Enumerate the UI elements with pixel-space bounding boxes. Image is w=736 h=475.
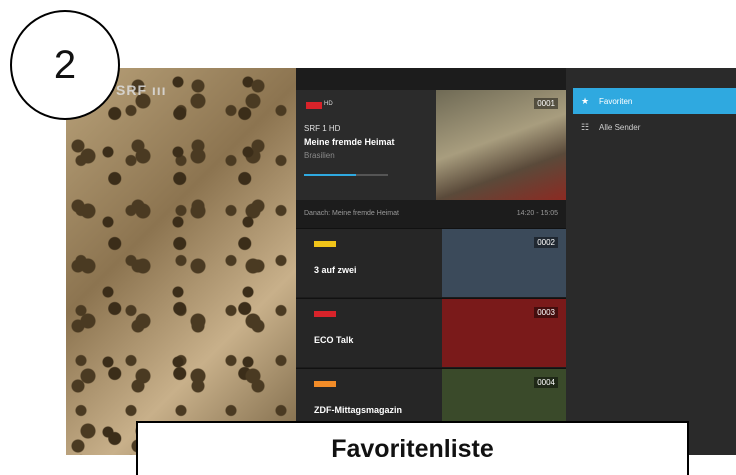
next-program-row: Danach: Meine fremde Heimat 14:20 - 15:0… — [296, 208, 566, 222]
star-icon: ★ — [581, 95, 590, 106]
current-program-subtitle: Brasilien — [304, 151, 335, 160]
hd-badge: HD — [324, 101, 333, 107]
tv-screen: SRF ııı HD SRF 1 HD Meine fremde Heimat … — [66, 68, 736, 455]
next-program-label: Danach: Meine fremde Heimat — [304, 210, 399, 217]
channel-logo-icon — [314, 381, 336, 387]
menu-item-alle-sender[interactable]: ☷ Alle Sender — [573, 114, 736, 140]
next-program-time: 14:20 - 15:05 — [516, 210, 558, 217]
caption: Favoritenliste — [136, 421, 689, 475]
menu-item-label: Alle Sender — [599, 122, 641, 132]
channel-number: 0001 — [534, 98, 558, 109]
menu-item-label: Favoriten — [599, 96, 633, 106]
current-channel-card[interactable]: HD SRF 1 HD Meine fremde Heimat Brasilie… — [296, 90, 566, 200]
channel-logo-icon — [314, 241, 336, 247]
step-number-badge: 2 — [10, 10, 120, 120]
channel-thumbnail: 0003 — [442, 299, 566, 367]
current-program-thumbnail: 0001 — [436, 90, 566, 200]
channel-logo-icon — [314, 311, 336, 317]
channel-list: HD SRF 1 HD Meine fremde Heimat Brasilie… — [296, 68, 566, 455]
current-program-title: Meine fremde Heimat — [304, 137, 395, 147]
channel-row[interactable]: 3 auf zwei 0002 — [296, 228, 566, 297]
channel-thumbnail: 0002 — [442, 229, 566, 297]
channel-row-name: 3 auf zwei — [314, 265, 357, 275]
list-icon: ☷ — [581, 121, 590, 132]
live-video: SRF ııı — [66, 68, 296, 455]
channel-number: 0004 — [534, 377, 558, 388]
menu-item-favoriten[interactable]: ★ Favoriten — [573, 88, 736, 114]
channel-number: 0003 — [534, 307, 558, 318]
channel-row-name: ZDF-Mittagsmagazin — [314, 405, 403, 415]
program-progress-bar — [304, 174, 388, 176]
srf-logo-icon — [306, 102, 322, 109]
video-channel-logo: SRF ııı — [116, 82, 167, 98]
program-progress-fill — [304, 174, 357, 176]
side-menu: ★ Favoriten ☷ Alle Sender — [566, 68, 736, 455]
channel-row-name: ECO Talk — [314, 335, 354, 345]
channel-number: 0002 — [534, 237, 558, 248]
current-channel-name: SRF 1 HD — [304, 124, 341, 133]
channel-row[interactable]: ECO Talk 0003 — [296, 298, 566, 367]
